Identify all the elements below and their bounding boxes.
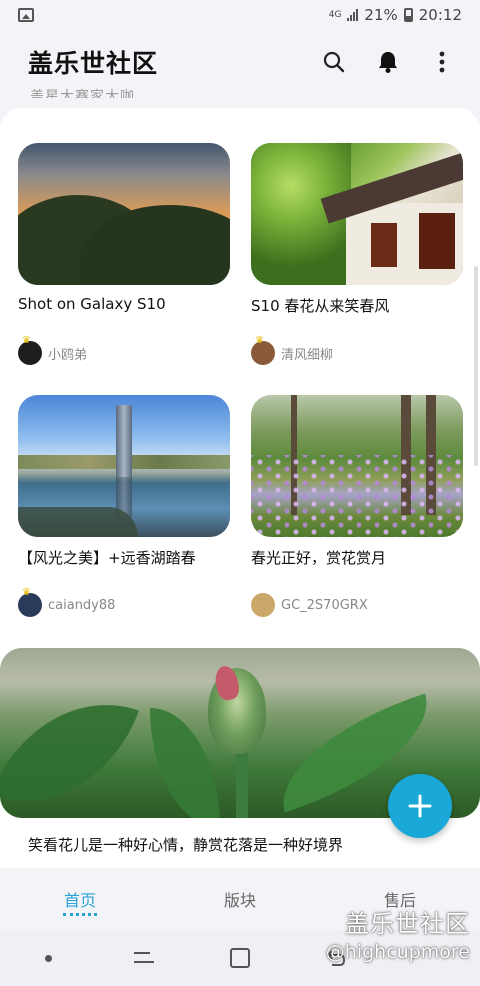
recents-icon [134, 949, 154, 967]
signal-icon [347, 9, 359, 21]
post-thumbnail[interactable] [251, 395, 463, 537]
clock: 20:12 [418, 6, 462, 24]
feed-panel[interactable]: Shot on Galaxy S10 ♛ 小鸥弟 S10 春花从来笑春风 ♛ 清… [0, 108, 480, 868]
post-card[interactable]: Shot on Galaxy S10 ♛ 小鸥弟 [18, 143, 230, 365]
watermark-handle: @highcupmore [325, 941, 470, 963]
search-icon [323, 51, 345, 73]
battery-icon [403, 8, 413, 22]
app-title: 盖乐世社区 [28, 49, 159, 78]
crown-icon: ♛ [255, 335, 264, 346]
post-thumbnail[interactable] [18, 143, 230, 285]
post-card[interactable]: S10 春花从来笑春风 ♛ 清风细柳 [251, 143, 463, 365]
post-thumbnail[interactable] [251, 143, 463, 285]
avatar: ♛ [18, 336, 42, 365]
nav-recents-button[interactable] [96, 949, 192, 967]
new-post-button[interactable] [388, 774, 452, 838]
post-author[interactable]: ♛ 清风细柳 [251, 336, 463, 365]
peek-banner-text: 盖星大赛家大咖 [30, 89, 135, 98]
dot-icon [44, 954, 52, 962]
post-author[interactable]: ♛ caiandy88 [18, 588, 230, 617]
watermark: 盖乐世社区 @highcupmore [326, 904, 470, 963]
battery-text: 21% [364, 6, 398, 24]
gallery-icon [18, 8, 34, 22]
plus-icon [408, 794, 432, 818]
author-name: caiandy88 [48, 597, 116, 613]
status-bar: 4G 21% 20:12 [0, 0, 480, 30]
bell-icon [379, 52, 397, 73]
post-author[interactable]: GC_2S70GRX [251, 593, 463, 617]
more-options-button[interactable] [428, 48, 456, 76]
post-title[interactable]: S10 春花从来笑春风 [251, 295, 463, 315]
watermark-name: 盖乐世社区 [345, 910, 470, 938]
post-thumbnail[interactable] [18, 395, 230, 537]
search-button[interactable] [320, 48, 348, 76]
tab-home[interactable]: 首页 [0, 868, 160, 930]
post-title[interactable]: 【风光之美】+远香湖踏春 [18, 547, 230, 567]
post-author[interactable]: ♛ 小鸥弟 [18, 336, 230, 365]
more-icon [439, 51, 445, 73]
post-title[interactable]: 春光正好，赏花赏月 [251, 547, 463, 567]
crown-icon: ♛ [22, 587, 31, 598]
crown-icon: ♛ [22, 335, 31, 346]
author-name: GC_2S70GRX [281, 597, 368, 613]
notifications-button[interactable] [374, 48, 402, 76]
app-header: 盖乐世社区 [0, 30, 480, 94]
author-name: 小鸥弟 [48, 347, 88, 363]
avatar: ♛ [18, 588, 42, 617]
avatar [251, 593, 275, 617]
nav-hide-button[interactable] [0, 954, 96, 962]
post-card[interactable]: 【风光之美】+远香湖踏春 ♛ caiandy88 [18, 395, 230, 617]
network-label: 4G [328, 9, 342, 20]
post-card[interactable]: 春光正好，赏花赏月 GC_2S70GRX [251, 395, 463, 617]
avatar: ♛ [251, 336, 275, 365]
tab-boards[interactable]: 版块 [160, 868, 320, 930]
nav-home-button[interactable] [192, 948, 288, 968]
post-title[interactable]: Shot on Galaxy S10 [18, 295, 230, 315]
author-name: 清风细柳 [281, 347, 334, 363]
featured-post-title[interactable]: 笑看花儿是一种好心情，静赏花落是一种好境界 [0, 834, 480, 855]
scrollbar[interactable] [474, 266, 478, 466]
home-icon [230, 948, 250, 968]
